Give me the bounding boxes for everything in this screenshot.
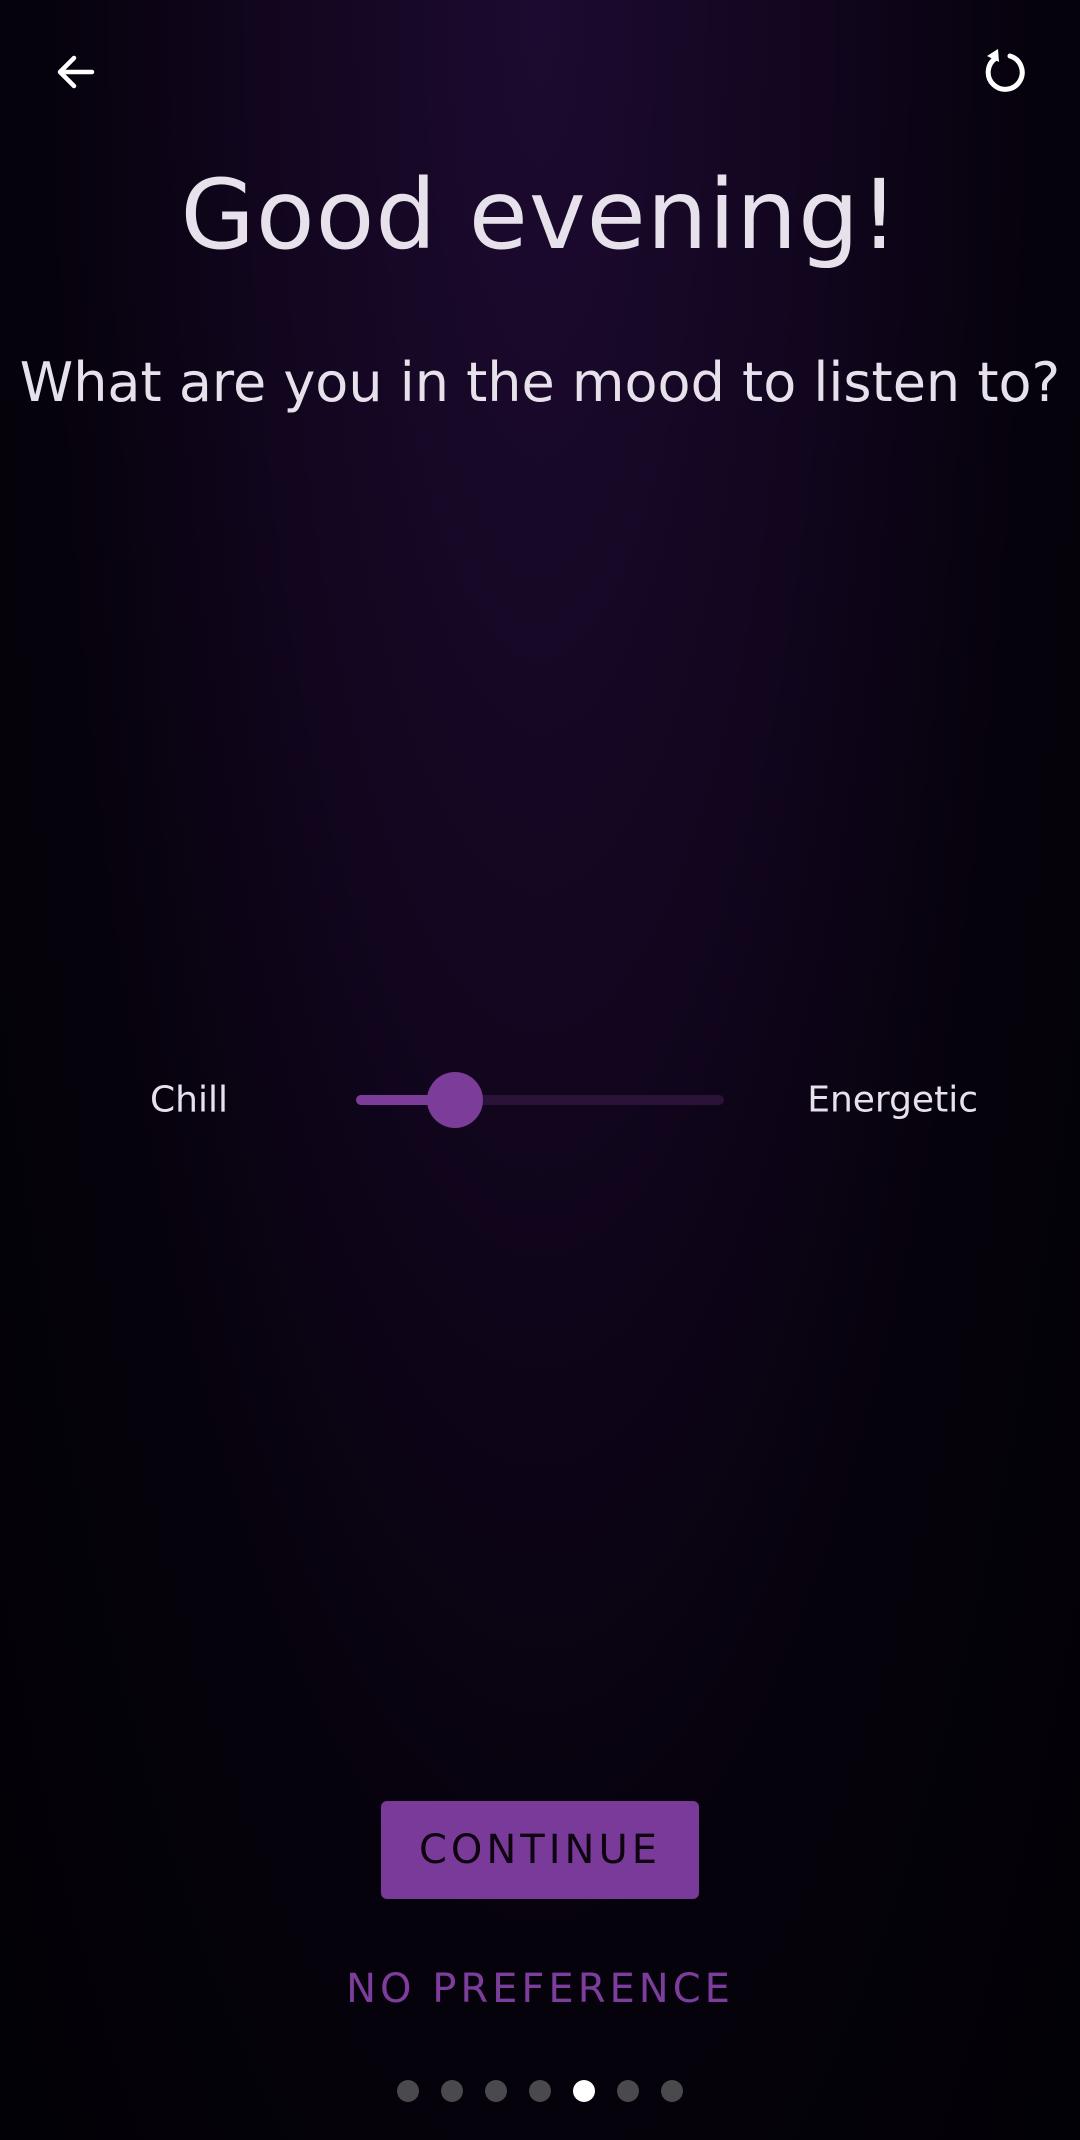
arrow-left-icon [57,55,95,89]
greeting-title: Good evening! [180,159,900,271]
chill-label: Chill [150,1079,228,1121]
energetic-label: Energetic [807,1079,978,1121]
slider-thumb[interactable] [427,1072,484,1128]
page-dot[interactable] [397,2080,419,2102]
mood-slider[interactable] [356,1060,724,1140]
page-dot[interactable] [573,2080,595,2102]
page-dot[interactable] [661,2080,683,2102]
mood-screen: Good evening! What are you in the mood t… [0,0,1080,2140]
mood-question: What are you in the mood to listen to? [19,351,1061,414]
refresh-icon [985,49,1025,92]
page-dot[interactable] [441,2080,463,2102]
page-dot[interactable] [485,2080,507,2102]
page-dot[interactable] [617,2080,639,2102]
back-button[interactable] [34,30,118,114]
continue-button[interactable]: CONTINUE [381,1801,699,1899]
no-preference-button[interactable]: NO PREFERENCE [0,1966,1080,2012]
mood-slider-row: Chill Energetic [0,1060,1080,1140]
reset-button[interactable] [962,30,1046,114]
page-dot[interactable] [529,2080,551,2102]
page-indicator [0,2080,1080,2102]
